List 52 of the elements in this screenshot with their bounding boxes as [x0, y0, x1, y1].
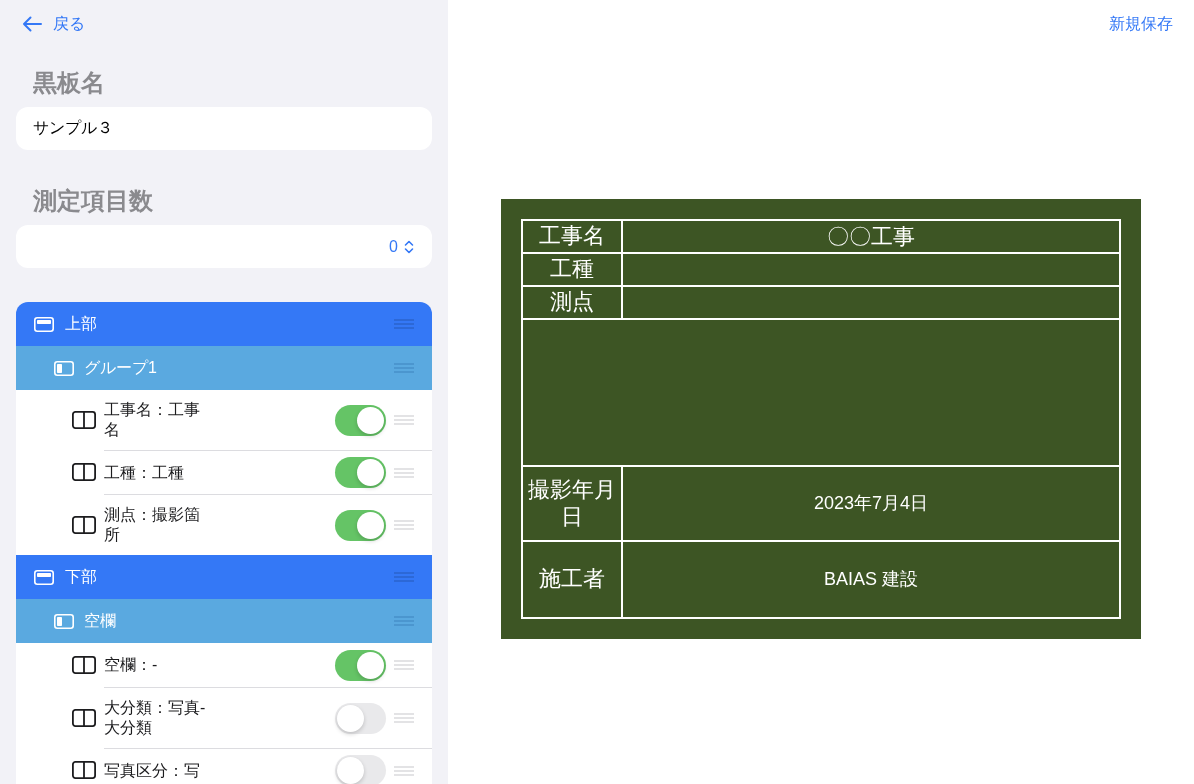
- name-field[interactable]: サンプル３: [16, 107, 432, 150]
- item-row[interactable]: 測点：撮影箇所: [16, 494, 432, 555]
- field-heading: 黒板名: [33, 69, 106, 97]
- item-row[interactable]: 空欄：-: [16, 643, 432, 687]
- drag-handle-icon[interactable]: [394, 319, 414, 329]
- board-label: 施工者: [523, 542, 623, 617]
- back-arrow-icon: [22, 16, 42, 32]
- board-label: 測点: [523, 287, 623, 318]
- toggle-switch[interactable]: [335, 649, 386, 681]
- toggle-switch[interactable]: [335, 509, 386, 541]
- group-label: 空欄: [84, 611, 117, 631]
- save-button[interactable]: 新規保存: [1109, 10, 1173, 38]
- item-row[interactable]: 工事名：工事名: [16, 390, 432, 450]
- item-row[interactable]: 大分類：写真-大分類: [16, 687, 432, 748]
- section-label: 上部: [65, 314, 98, 334]
- item-row[interactable]: 工種：工種: [16, 450, 432, 494]
- drag-handle-icon[interactable]: [394, 572, 414, 582]
- group-label: グループ1: [84, 358, 158, 378]
- board-label: 工種: [523, 254, 623, 285]
- columns-icon: [72, 463, 96, 481]
- columns-icon: [72, 761, 96, 779]
- count-field[interactable]: 0: [16, 225, 432, 268]
- toggle-switch[interactable]: [335, 457, 386, 488]
- panel-left-icon: [54, 360, 74, 376]
- item-label: 空欄：-: [104, 655, 158, 675]
- item-label: 写真区分：写: [104, 760, 200, 781]
- board-value: 2023年7月4日: [812, 492, 930, 515]
- section-row[interactable]: 下部: [16, 555, 432, 599]
- item-label: 測点：撮影箇所: [104, 505, 201, 545]
- board-value: BAIAS 建設: [823, 568, 919, 591]
- panel-left-icon: [54, 613, 74, 629]
- section-row[interactable]: 上部: [16, 302, 432, 346]
- item-label: 工事名：工事名: [104, 400, 201, 440]
- chevron-updown-icon: [404, 239, 414, 254]
- section-label: 下部: [65, 567, 98, 587]
- columns-icon: [72, 411, 96, 429]
- item-row[interactable]: 写真区分：写: [16, 748, 432, 784]
- field-heading: 測定項目数: [33, 187, 154, 215]
- panel-top-icon: [34, 316, 54, 332]
- toggle-switch[interactable]: [335, 404, 386, 436]
- board-value: 〇〇工事: [826, 223, 916, 251]
- columns-icon: [72, 708, 96, 727]
- panel-top-icon: [34, 569, 54, 585]
- item-label: 工種：工種: [104, 462, 184, 483]
- toggle-switch[interactable]: [335, 755, 386, 784]
- columns-icon: [72, 515, 96, 534]
- columns-icon: [72, 656, 96, 674]
- toggle-switch[interactable]: [335, 702, 386, 734]
- item-label: 大分類：写真-大分類: [104, 698, 207, 738]
- board-label: 撮影年月日: [523, 467, 623, 540]
- board-label: 工事名: [523, 221, 623, 252]
- back-button[interactable]: 戻る: [16, 10, 91, 38]
